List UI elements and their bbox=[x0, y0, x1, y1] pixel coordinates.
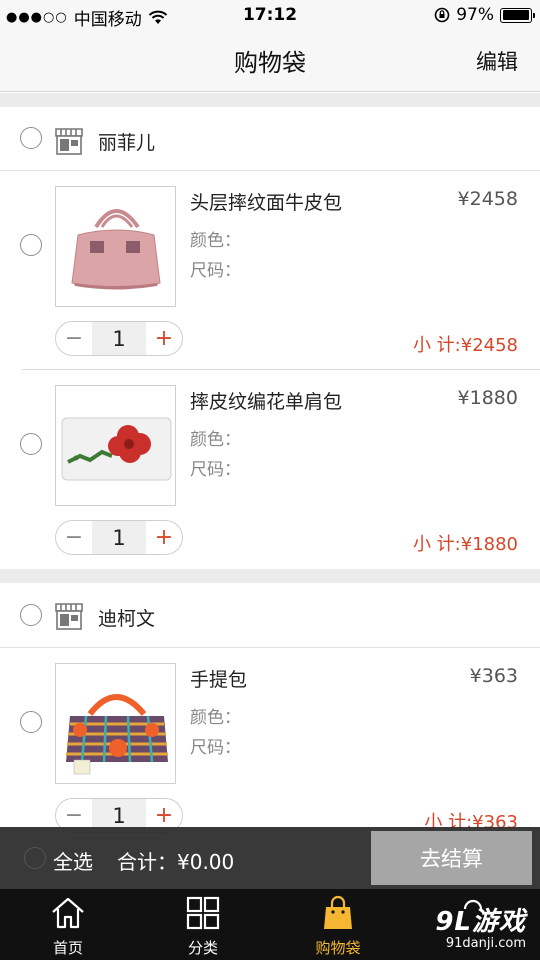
store-icon bbox=[55, 603, 83, 630]
product-image[interactable] bbox=[55, 663, 176, 784]
battery-icon bbox=[500, 7, 535, 23]
navigation-bar: 购物袋 编辑 bbox=[0, 30, 540, 92]
color-label: 颜色： bbox=[190, 231, 241, 251]
watermark-site: 91danji.com bbox=[445, 936, 526, 951]
cart-item: 摔皮纹编花单肩包 ¥1880 颜色： 尺码： − 1 + 小 计:¥1880 bbox=[0, 370, 540, 569]
item-select-checkbox[interactable] bbox=[20, 711, 42, 733]
tab-home-label: 首页 bbox=[52, 939, 83, 957]
battery-percent: 97% bbox=[456, 5, 494, 25]
item-subtotal: 小 计:¥1880 bbox=[412, 534, 518, 555]
quantity-stepper: − 1 + bbox=[55, 321, 183, 356]
color-label: 颜色： bbox=[190, 430, 241, 450]
rotation-lock-icon bbox=[434, 7, 450, 23]
product-price: ¥363 bbox=[469, 665, 518, 687]
size-label: 尺码： bbox=[190, 261, 241, 281]
pink-handbag-image bbox=[71, 209, 161, 290]
shop-select-checkbox[interactable] bbox=[20, 604, 42, 626]
watermark-logo: 9L游戏 bbox=[435, 907, 526, 937]
quantity-stepper: − 1 + bbox=[55, 520, 183, 555]
tab-home[interactable]: 首页 bbox=[8, 889, 128, 960]
item-subtotal: 小 计:¥2458 bbox=[412, 335, 518, 356]
product-name[interactable]: 手提包 bbox=[190, 665, 247, 692]
shop-header: 丽菲儿 bbox=[0, 107, 540, 171]
white-shoulder-bag-image bbox=[61, 417, 172, 481]
bag-icon bbox=[324, 895, 352, 929]
section-separator bbox=[0, 93, 540, 107]
shop-name: 迪柯文 bbox=[98, 608, 156, 630]
total-amount: 合计：¥0.00 bbox=[117, 850, 235, 874]
section-separator bbox=[0, 569, 540, 583]
watermark: 9L游戏 91danji.com bbox=[435, 901, 526, 951]
tab-category-label: 分类 bbox=[187, 939, 218, 957]
tab-shopping-bag[interactable]: 购物袋 bbox=[278, 889, 398, 960]
item-select-checkbox[interactable] bbox=[20, 234, 42, 256]
shop-name: 丽菲儿 bbox=[98, 132, 156, 154]
shop-select-checkbox[interactable] bbox=[20, 127, 42, 149]
tab-bar: 首页 分类 购物袋 9L游戏 91danji.com bbox=[0, 889, 540, 960]
quantity-value[interactable]: 1 bbox=[92, 322, 146, 355]
cart-item: 手提包 ¥363 颜色： 尺码： − 1 + 小 计:¥363 bbox=[0, 648, 540, 847]
product-price: ¥2458 bbox=[457, 188, 518, 210]
product-name[interactable]: 摔皮纹编花单肩包 bbox=[190, 387, 342, 414]
woven-tote-image bbox=[66, 694, 168, 775]
quantity-value[interactable]: 1 bbox=[92, 521, 146, 554]
product-image[interactable] bbox=[55, 385, 176, 506]
status-bar: ●●●○○ 中国移动 17:12 97% bbox=[0, 0, 540, 30]
color-label: 颜色： bbox=[190, 708, 241, 728]
size-label: 尺码： bbox=[190, 738, 241, 758]
product-price: ¥1880 bbox=[457, 387, 518, 409]
grid-icon bbox=[186, 896, 220, 930]
home-icon bbox=[52, 897, 84, 929]
shop-header: 迪柯文 bbox=[0, 583, 540, 648]
cart-item: 头层摔纹面牛皮包 ¥2458 颜色： 尺码： − 1 + 小 计:¥2458 bbox=[0, 171, 540, 370]
store-icon bbox=[55, 128, 83, 155]
decrease-quantity-button[interactable]: − bbox=[56, 521, 92, 554]
status-right: 97% bbox=[434, 5, 535, 25]
tab-category[interactable]: 分类 bbox=[143, 889, 263, 960]
decrease-quantity-button[interactable]: − bbox=[56, 322, 92, 355]
increase-quantity-button[interactable]: + bbox=[146, 521, 182, 554]
page-title: 购物袋 bbox=[234, 49, 306, 77]
product-image[interactable] bbox=[55, 186, 176, 307]
edit-button[interactable]: 编辑 bbox=[476, 46, 518, 76]
tab-shopping-bag-label: 购物袋 bbox=[315, 939, 361, 957]
checkout-button[interactable]: 去结算 bbox=[371, 831, 532, 885]
select-all-label[interactable]: 全选 bbox=[53, 846, 93, 875]
checkout-bar: 全选 合计：¥0.00 去结算 bbox=[0, 827, 540, 889]
size-label: 尺码： bbox=[190, 460, 241, 480]
product-name[interactable]: 头层摔纹面牛皮包 bbox=[190, 188, 342, 215]
item-select-checkbox[interactable] bbox=[20, 433, 42, 455]
select-all-checkbox[interactable] bbox=[24, 847, 46, 869]
increase-quantity-button[interactable]: + bbox=[146, 322, 182, 355]
